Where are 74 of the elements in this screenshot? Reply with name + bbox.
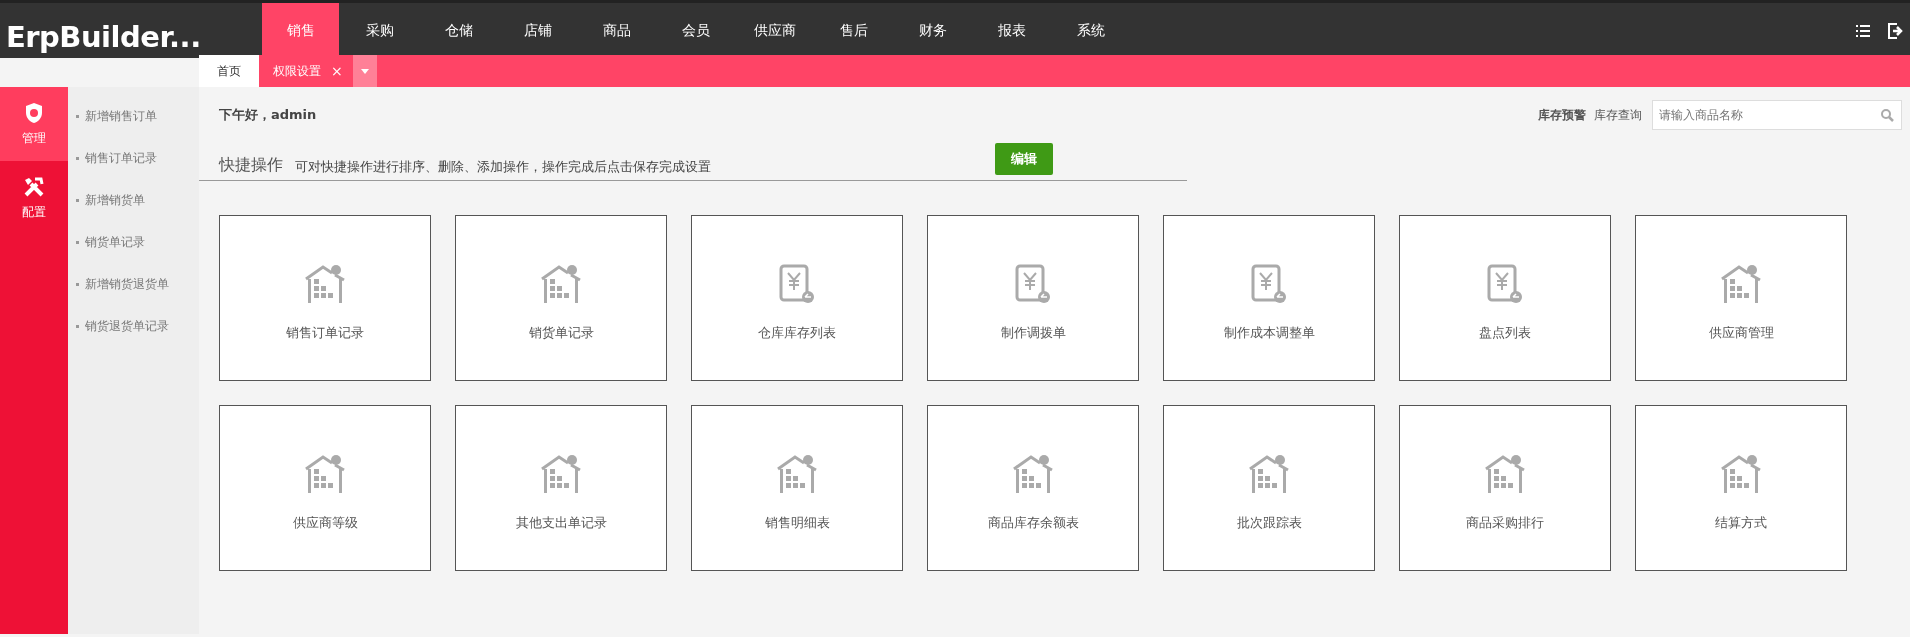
house-icon <box>1720 454 1762 494</box>
greeting: 下午好，admin <box>219 106 318 124</box>
submenu-item[interactable]: 新增销货退货单 <box>68 263 199 305</box>
shortcut-tile[interactable]: 销货单记录 <box>455 215 667 381</box>
yen-document-icon <box>1015 264 1051 304</box>
logout-icon[interactable] <box>1888 22 1904 39</box>
house-icon <box>540 454 582 494</box>
shortcut-tile[interactable]: 供应商管理 <box>1635 215 1847 381</box>
nav-tab[interactable]: 采购 <box>341 3 418 58</box>
tile-label: 其他支出单记录 <box>515 514 607 532</box>
tile-label: 销售明细表 <box>764 514 830 532</box>
nav-tab[interactable]: 供应商 <box>736 3 813 58</box>
shortcut-tile[interactable]: 结算方式 <box>1635 405 1847 571</box>
shortcut-tile[interactable]: 销售明细表 <box>691 405 903 571</box>
tile-label: 商品库存余额表 <box>987 514 1079 532</box>
search-field[interactable]: 请输入商品名称 <box>1652 100 1902 130</box>
house-icon <box>1484 454 1526 494</box>
page-tab[interactable]: 首页 <box>199 55 259 87</box>
tile-label: 批次跟踪表 <box>1236 514 1302 532</box>
tile-label: 仓库库存列表 <box>758 324 836 342</box>
submenu-item[interactable]: 新增销售订单 <box>68 95 199 137</box>
submenu-item[interactable]: 销售订单记录 <box>68 137 199 179</box>
edit-button[interactable]: 编辑 <box>995 143 1053 175</box>
tile-label: 制作成本调整单 <box>1223 324 1315 342</box>
section-hint: 可对快捷操作进行排序、删除、添加操作，操作完成后点击保存完成设置 <box>295 158 712 176</box>
nav-tab[interactable]: 系统 <box>1052 3 1129 58</box>
submenu-item[interactable]: 销货单记录 <box>68 221 199 263</box>
yen-document-icon <box>1251 264 1287 304</box>
tools-icon <box>23 175 45 198</box>
shortcut-tile[interactable]: 商品采购排行 <box>1399 405 1611 571</box>
tile-label: 供应商等级 <box>292 514 358 532</box>
house-icon <box>1720 264 1762 304</box>
submenu-item[interactable]: 新增销货单 <box>68 179 199 221</box>
house-icon <box>540 264 582 304</box>
tile-label: 销货单记录 <box>528 324 594 342</box>
house-icon <box>304 264 346 304</box>
yen-document-icon <box>1487 264 1523 304</box>
shortcut-tile[interactable]: 批次跟踪表 <box>1163 405 1375 571</box>
house-icon <box>1248 454 1290 494</box>
nav-tab[interactable]: 仓储 <box>420 3 497 58</box>
section-title: 快捷操作 <box>219 155 283 176</box>
yen-document-icon <box>779 264 815 304</box>
tile-label: 制作调拨单 <box>1000 324 1066 342</box>
tile-label: 供应商管理 <box>1708 324 1774 342</box>
submenu-item[interactable]: 销货退货单记录 <box>68 305 199 347</box>
link[interactable]: 库存预警 <box>1538 106 1586 124</box>
house-icon <box>304 454 346 494</box>
shortcut-tile[interactable]: 制作调拨单 <box>927 215 1139 381</box>
nav-tab[interactable]: 商品 <box>578 3 655 58</box>
link[interactable]: 库存查询 <box>1594 106 1642 124</box>
nav-tab[interactable]: 财务 <box>894 3 971 58</box>
house-icon <box>776 454 818 494</box>
tile-label: 商品采购排行 <box>1466 514 1544 532</box>
shield-icon <box>23 101 45 124</box>
nav-tab[interactable]: 会员 <box>657 3 734 58</box>
dropdown-button[interactable] <box>352 55 377 87</box>
shortcut-tile[interactable]: 制作成本调整单 <box>1163 215 1375 381</box>
shortcut-tile[interactable]: 仓库库存列表 <box>691 215 903 381</box>
shortcut-tile[interactable]: 其他支出单记录 <box>455 405 667 571</box>
shortcut-tile[interactable]: 商品库存余额表 <box>927 405 1139 571</box>
tile-label: 盘点列表 <box>1479 324 1531 342</box>
nav-tab[interactable]: 报表 <box>973 3 1050 58</box>
nav-tab[interactable]: 店铺 <box>499 3 576 58</box>
tile-label: 销售订单记录 <box>286 324 364 342</box>
caret-icon <box>360 68 369 74</box>
shortcut-tile[interactable]: 盘点列表 <box>1399 215 1611 381</box>
shortcut-tile[interactable]: 销售订单记录 <box>219 215 431 381</box>
menu-icon[interactable] <box>1856 24 1870 37</box>
nav-tab[interactable]: 售后 <box>815 3 892 58</box>
tile-label: 结算方式 <box>1715 514 1767 532</box>
shortcut-tile[interactable]: 供应商等级 <box>219 405 431 571</box>
module-tab[interactable]: 配置 <box>0 161 68 235</box>
logo: ErpBuilder... <box>5 18 199 56</box>
house-icon <box>1012 454 1054 494</box>
